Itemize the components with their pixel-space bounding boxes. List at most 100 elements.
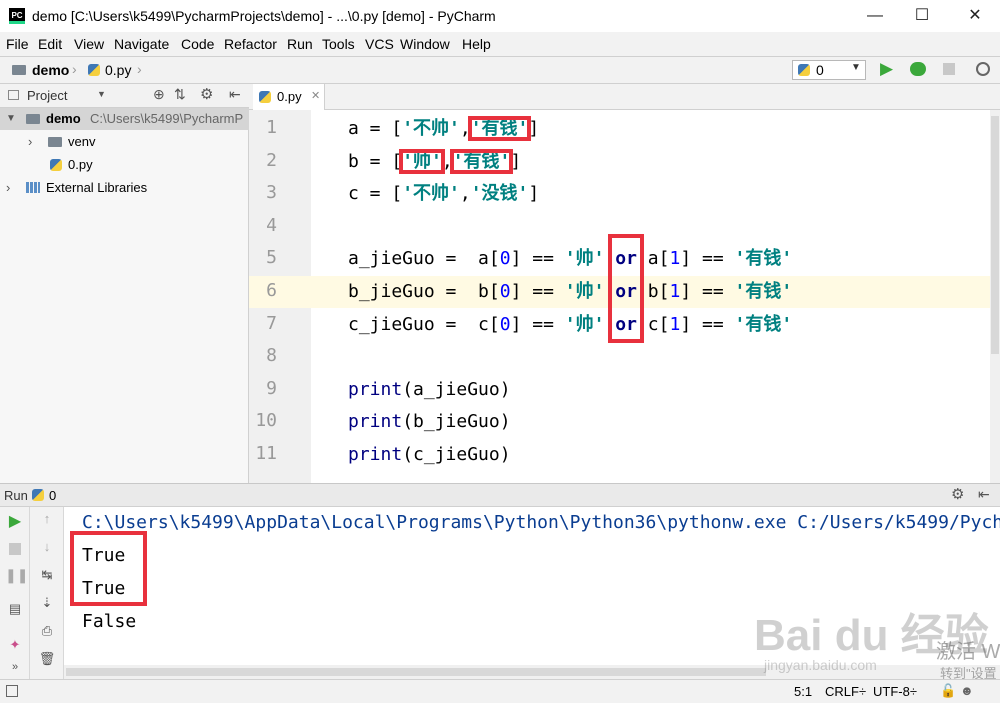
run-config-select[interactable]: 0 ▼ xyxy=(792,60,866,80)
menu-tools[interactable]: Tools xyxy=(322,36,355,52)
code-token: 0 xyxy=(499,281,511,302)
python-file-icon xyxy=(259,91,271,103)
pin-icon[interactable]: ✦ xyxy=(5,637,25,653)
arrow-down-icon[interactable]: ↓ xyxy=(37,539,57,554)
code-token: 1 xyxy=(669,313,681,335)
chevron-down-icon[interactable]: ▼ xyxy=(97,89,106,99)
tree-item-root[interactable]: ▼ demo C:\Users\k5499\PycharmP xyxy=(0,108,249,130)
scroll-thumb[interactable] xyxy=(66,668,766,676)
breadcrumb-project[interactable]: demo xyxy=(32,62,69,78)
activate-windows-hint: 转到"设置 xyxy=(940,666,997,679)
run-panel-title: Run xyxy=(4,488,28,503)
code-token: (a_jieGuo) xyxy=(402,378,511,400)
menu-view[interactable]: View xyxy=(74,36,104,52)
code-token: '帅' xyxy=(564,248,605,270)
maximize-icon[interactable]: ☐ xyxy=(899,0,945,32)
code-token: , xyxy=(459,183,471,205)
line-number: 5 xyxy=(266,247,277,269)
file-encoding[interactable]: UTF-8÷ xyxy=(873,684,917,699)
target-icon[interactable]: ⊕ xyxy=(153,86,165,103)
tree-item-external-libraries[interactable]: › External Libraries xyxy=(0,177,249,199)
hide-panel-icon[interactable]: ⇤ xyxy=(229,86,241,103)
close-icon[interactable]: ✕ xyxy=(952,0,998,32)
annotation-box xyxy=(467,116,532,141)
code-token: ] == xyxy=(510,248,565,270)
pycharm-app-icon: PC xyxy=(9,8,25,24)
soft-wrap-icon[interactable]: ↹ xyxy=(37,567,57,583)
run-config-value: 0 xyxy=(816,62,824,78)
tab-0-py[interactable]: 0.py ✕ xyxy=(253,84,325,110)
project-tree: ▼ demo C:\Users\k5499\PycharmP › venv 0.… xyxy=(0,108,249,483)
lock-icon[interactable]: 🔓 xyxy=(940,683,956,699)
stop-icon[interactable] xyxy=(9,543,21,555)
code-line: b_jieGuo = b[0] == '帅' or b[1] == '有钱' xyxy=(348,276,792,308)
run-config-tab[interactable]: 0 xyxy=(49,488,56,503)
menu-help[interactable]: Help xyxy=(462,36,491,52)
close-icon[interactable]: ✕ xyxy=(311,89,320,102)
menu-file[interactable]: File xyxy=(6,36,29,52)
code-token: b_jieGuo = b[ xyxy=(348,281,500,302)
tree-item-label: External Libraries xyxy=(46,180,148,195)
activate-windows-text: 激活 W xyxy=(936,641,1000,663)
line-separator[interactable]: CRLF÷ xyxy=(825,684,866,699)
arrow-up-icon[interactable]: ↑ xyxy=(37,511,57,526)
debug-icon[interactable] xyxy=(910,62,926,76)
inspector-icon[interactable]: ☻ xyxy=(960,683,974,698)
line-number: 9 xyxy=(266,377,277,399)
folder-icon xyxy=(12,65,26,75)
chevron-right-icon: › xyxy=(28,134,33,149)
rerun-icon[interactable]: ▶ xyxy=(5,511,25,531)
menu-vcs[interactable]: VCS xyxy=(365,36,394,52)
line-number: 3 xyxy=(266,182,277,204)
search-icon[interactable] xyxy=(976,62,990,76)
code-token: (b_jieGuo) xyxy=(402,411,511,433)
pause-icon[interactable]: ❚❚ xyxy=(5,567,28,584)
code-token: '帅' xyxy=(564,281,605,302)
tree-item-file[interactable]: 0.py xyxy=(0,154,249,176)
more-icon[interactable]: » xyxy=(5,661,25,673)
gear-icon[interactable]: ⚙ xyxy=(200,85,213,103)
breadcrumb-file[interactable]: 0.py xyxy=(105,62,131,78)
menu-refactor[interactable]: Refactor xyxy=(224,36,277,52)
menu-bar: File Edit View Navigate Code Refactor Ru… xyxy=(0,32,1000,56)
project-view-icon xyxy=(8,90,19,100)
trash-icon[interactable]: 🗑 xyxy=(37,651,57,667)
line-number: 1 xyxy=(266,117,277,138)
line-number: 10 xyxy=(255,410,277,432)
print-icon[interactable]: ⎙ xyxy=(37,623,57,639)
menu-window[interactable]: Window xyxy=(400,36,450,52)
tool-windows-icon[interactable] xyxy=(6,685,18,697)
tree-item-venv[interactable]: › venv xyxy=(0,131,249,153)
code-token: ] == xyxy=(680,281,735,302)
code-token: print xyxy=(348,444,403,465)
line-number-gutter: 1 2 3 4 5 6 7 8 9 10 11 xyxy=(249,110,311,483)
scroll-to-end-icon[interactable]: ⇣ xyxy=(37,595,57,611)
console-toolbar: ↑ ↓ ↹ ⇣ ⎙ 🗑 xyxy=(30,507,64,679)
code-token: ] == xyxy=(680,313,735,335)
menu-navigate[interactable]: Navigate xyxy=(114,36,169,52)
window-title: demo [C:\Users\k5499\PycharmProjects\dem… xyxy=(32,8,496,24)
run-icon[interactable]: ▶ xyxy=(880,59,893,79)
code-editor[interactable]: a = ['不帅','有钱'] b = ['帅','有钱'] c = ['不帅','… xyxy=(311,110,990,483)
stop-icon[interactable] xyxy=(943,63,955,75)
annotation-box xyxy=(70,531,147,606)
caret-position[interactable]: 5:1 xyxy=(794,684,812,699)
current-line-gutter-highlight xyxy=(249,276,311,308)
menu-run[interactable]: Run xyxy=(287,36,313,52)
run-console[interactable]: C:\Users\k5499\AppData\Local\Programs\Py… xyxy=(64,507,1000,679)
minimize-icon[interactable]: — xyxy=(852,0,898,32)
scroll-thumb[interactable] xyxy=(991,116,999,354)
menu-edit[interactable]: Edit xyxy=(38,36,62,52)
console-command-line: C:\Users\k5499\AppData\Local\Programs\Py… xyxy=(82,512,1000,533)
menu-code[interactable]: Code xyxy=(181,36,214,52)
gear-icon[interactable]: ⚙ xyxy=(951,485,964,503)
console-output-line: False xyxy=(82,611,137,632)
chevron-down-icon: ▼ xyxy=(851,62,861,73)
project-panel-title[interactable]: Project xyxy=(27,88,67,103)
tree-item-label: 0.py xyxy=(68,157,93,172)
editor-scrollbar[interactable] xyxy=(990,110,1000,483)
collapse-all-icon[interactable]: ⇅ xyxy=(174,86,186,103)
hide-panel-icon[interactable]: ⇤ xyxy=(978,486,990,503)
restore-layout-icon[interactable]: ▤ xyxy=(5,601,25,617)
chevron-right-icon: › xyxy=(6,180,11,195)
